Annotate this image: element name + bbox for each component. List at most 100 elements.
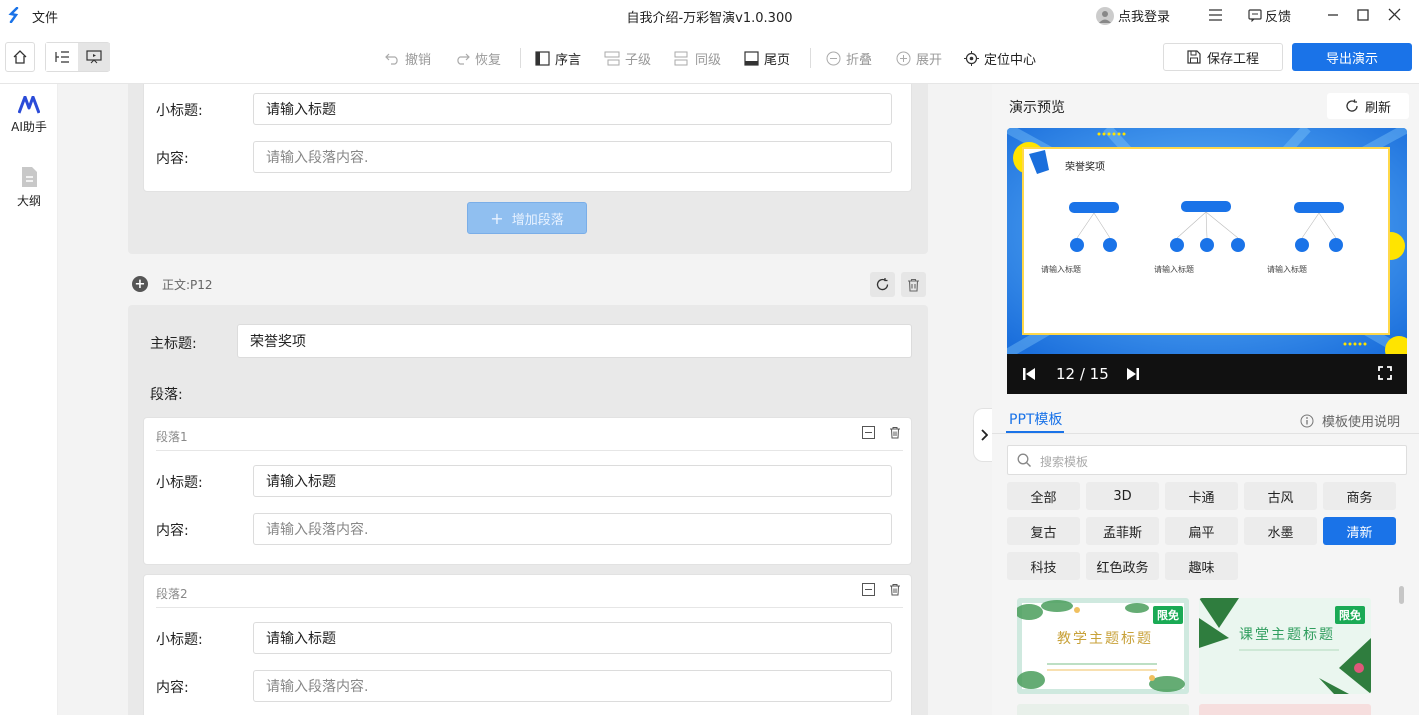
export-button[interactable]: 导出演示 [1292, 43, 1412, 71]
undo-label: 撤销 [405, 52, 432, 68]
undo-button[interactable]: 撤销 [385, 49, 432, 68]
fullscreen-icon[interactable] [1378, 366, 1392, 384]
target-icon [964, 50, 979, 66]
add-paragraph-button[interactable]: + 增加段落 [467, 202, 587, 234]
save-project-label: 保存工程 [1206, 51, 1259, 67]
window-title: 自我介绍-万彩智演v1.0.300 [626, 11, 793, 26]
tag-ancient[interactable]: 古风 [1244, 482, 1317, 510]
ai-assistant-tab[interactable]: AI助手 [0, 95, 58, 135]
content-input[interactable]: 请输入段落内容. [253, 670, 892, 702]
free-badge: 限免 [1153, 606, 1183, 624]
collapse-paragraph-icon[interactable] [862, 426, 875, 443]
child-button[interactable]: 子级 [604, 49, 652, 68]
outline-tab[interactable]: 大纲 [0, 166, 58, 209]
template-search-input[interactable]: 搜索模板 [1007, 445, 1407, 475]
feedback-button[interactable]: 反馈 [1248, 0, 1291, 31]
tag-business[interactable]: 商务 [1323, 482, 1396, 510]
subtitle-label: 小标题: [156, 103, 203, 119]
tag-tech[interactable]: 科技 [1007, 552, 1080, 580]
search-icon [1017, 453, 1032, 472]
delete-paragraph-icon[interactable] [889, 426, 901, 443]
tag-flat[interactable]: 扁平 [1165, 517, 1238, 545]
main-title-label: 主标题: [150, 336, 197, 352]
preface-button[interactable]: 序言 [535, 49, 581, 68]
view-toggle [45, 42, 110, 72]
next-slide-icon[interactable] [1127, 368, 1139, 384]
expand-icon [896, 51, 911, 65]
preview-heading: 演示预览 [1009, 100, 1065, 116]
subtitle-input[interactable]: 请输入标题 [253, 465, 892, 497]
regenerate-button[interactable] [870, 272, 895, 297]
slide-item-2: 请输入标题 [1154, 265, 1194, 274]
tag-ink[interactable]: 水墨 [1244, 517, 1317, 545]
subtitle-input[interactable]: 请输入标题 [253, 93, 892, 125]
delete-paragraph-icon[interactable] [889, 583, 901, 600]
tag-red-government[interactable]: 红色政务 [1086, 552, 1159, 580]
minimize-icon[interactable] [1327, 8, 1339, 26]
tag-fresh[interactable]: 清新 [1323, 517, 1396, 545]
save-project-button[interactable]: 保存工程 [1163, 43, 1283, 71]
playback-bar: 12 / 15 [1007, 354, 1407, 394]
section-label: 正文:P12 [162, 278, 213, 292]
tag-retro[interactable]: 复古 [1007, 517, 1080, 545]
paragraph-card-1: 段落1 小标题: 请输入标题 内容: 请输入段落内容. [143, 417, 912, 565]
home-button[interactable] [5, 42, 35, 72]
content-input[interactable]: 请输入段落内容. [253, 513, 892, 545]
subtitle-input[interactable]: 请输入标题 [253, 622, 892, 654]
delete-section-button[interactable] [901, 272, 926, 297]
tag-3d[interactable]: 3D [1086, 482, 1159, 510]
content-label: 内容: [156, 680, 189, 696]
search-placeholder: 搜索模板 [1040, 455, 1089, 469]
plus-circle-icon: + [134, 276, 146, 292]
expand-button[interactable]: 展开 [896, 49, 942, 68]
slide-view-button[interactable] [78, 43, 110, 71]
login-label: 点我登录 [1118, 10, 1171, 25]
collapse-label: 折叠 [846, 52, 873, 68]
redo-button[interactable]: 恢复 [455, 49, 502, 68]
ai-assistant-label: AI助手 [11, 120, 47, 134]
login-button[interactable]: 点我登录 [1096, 0, 1170, 31]
template-scrollbar[interactable] [1399, 586, 1404, 604]
feedback-icon [1248, 9, 1262, 22]
content-label: 内容: [156, 151, 189, 167]
locate-center-button[interactable]: 定位中心 [964, 49, 1036, 68]
main-title-input[interactable]: 荣誉奖项 [237, 324, 912, 358]
tag-fun[interactable]: 趣味 [1165, 552, 1238, 580]
template-card-2[interactable]: 课堂主题标题 限免 [1199, 598, 1371, 694]
tag-all[interactable]: 全部 [1007, 482, 1080, 510]
ppt-template-tab[interactable]: PPT模板 [1009, 409, 1062, 429]
sibling-button[interactable]: 同级 [674, 49, 721, 68]
tag-cartoon[interactable]: 卡通 [1165, 482, 1238, 510]
collapse-icon [826, 51, 841, 65]
page-counter: 12 / 15 [1056, 365, 1109, 383]
save-icon [1187, 50, 1201, 64]
prev-slide-icon[interactable] [1023, 368, 1035, 384]
paragraph-card-2: 段落2 小标题: 请输入标题 内容: 请输入段落内容. [143, 574, 912, 715]
refresh-button[interactable]: 刷新 [1327, 93, 1409, 119]
tag-memphis[interactable]: 孟菲斯 [1086, 517, 1159, 545]
maximize-icon[interactable] [1357, 9, 1369, 25]
plus-icon: + [490, 208, 504, 228]
template-help-label: 模板使用说明 [1322, 415, 1401, 430]
tail-page-button[interactable]: 尾页 [744, 49, 790, 68]
left-rail: AI助手 大纲 [0, 84, 58, 715]
child-label: 子级 [625, 52, 652, 68]
content-input[interactable]: 请输入段落内容. [253, 141, 892, 173]
collapse-button[interactable]: 折叠 [826, 49, 873, 68]
chevron-right-icon [980, 429, 988, 441]
add-section-button[interactable]: + [132, 276, 148, 292]
template-help-link[interactable]: 模板使用说明 [1300, 411, 1400, 430]
menu-icon[interactable] [1208, 8, 1223, 26]
outline-editor: 小标题: 请输入标题 内容: 请输入段落内容. + 增加段落 + 正文:P12 [58, 84, 992, 715]
slide-title: 荣誉奖项 [1065, 162, 1105, 173]
template-card-1[interactable]: 教学主题标题 限免 [1017, 598, 1189, 694]
panel-toggle-button[interactable] [973, 408, 993, 462]
outline-view-button[interactable] [46, 43, 78, 71]
child-icon [604, 51, 620, 65]
template-card-3[interactable] [1017, 704, 1189, 715]
slide-preview[interactable]: 荣誉奖项 请输入标题 请输入标题 请输入标题 [1007, 128, 1407, 354]
collapse-paragraph-icon[interactable] [862, 583, 875, 600]
template-card-4[interactable] [1199, 704, 1371, 715]
redo-label: 恢复 [475, 52, 502, 68]
close-icon[interactable] [1388, 8, 1401, 25]
